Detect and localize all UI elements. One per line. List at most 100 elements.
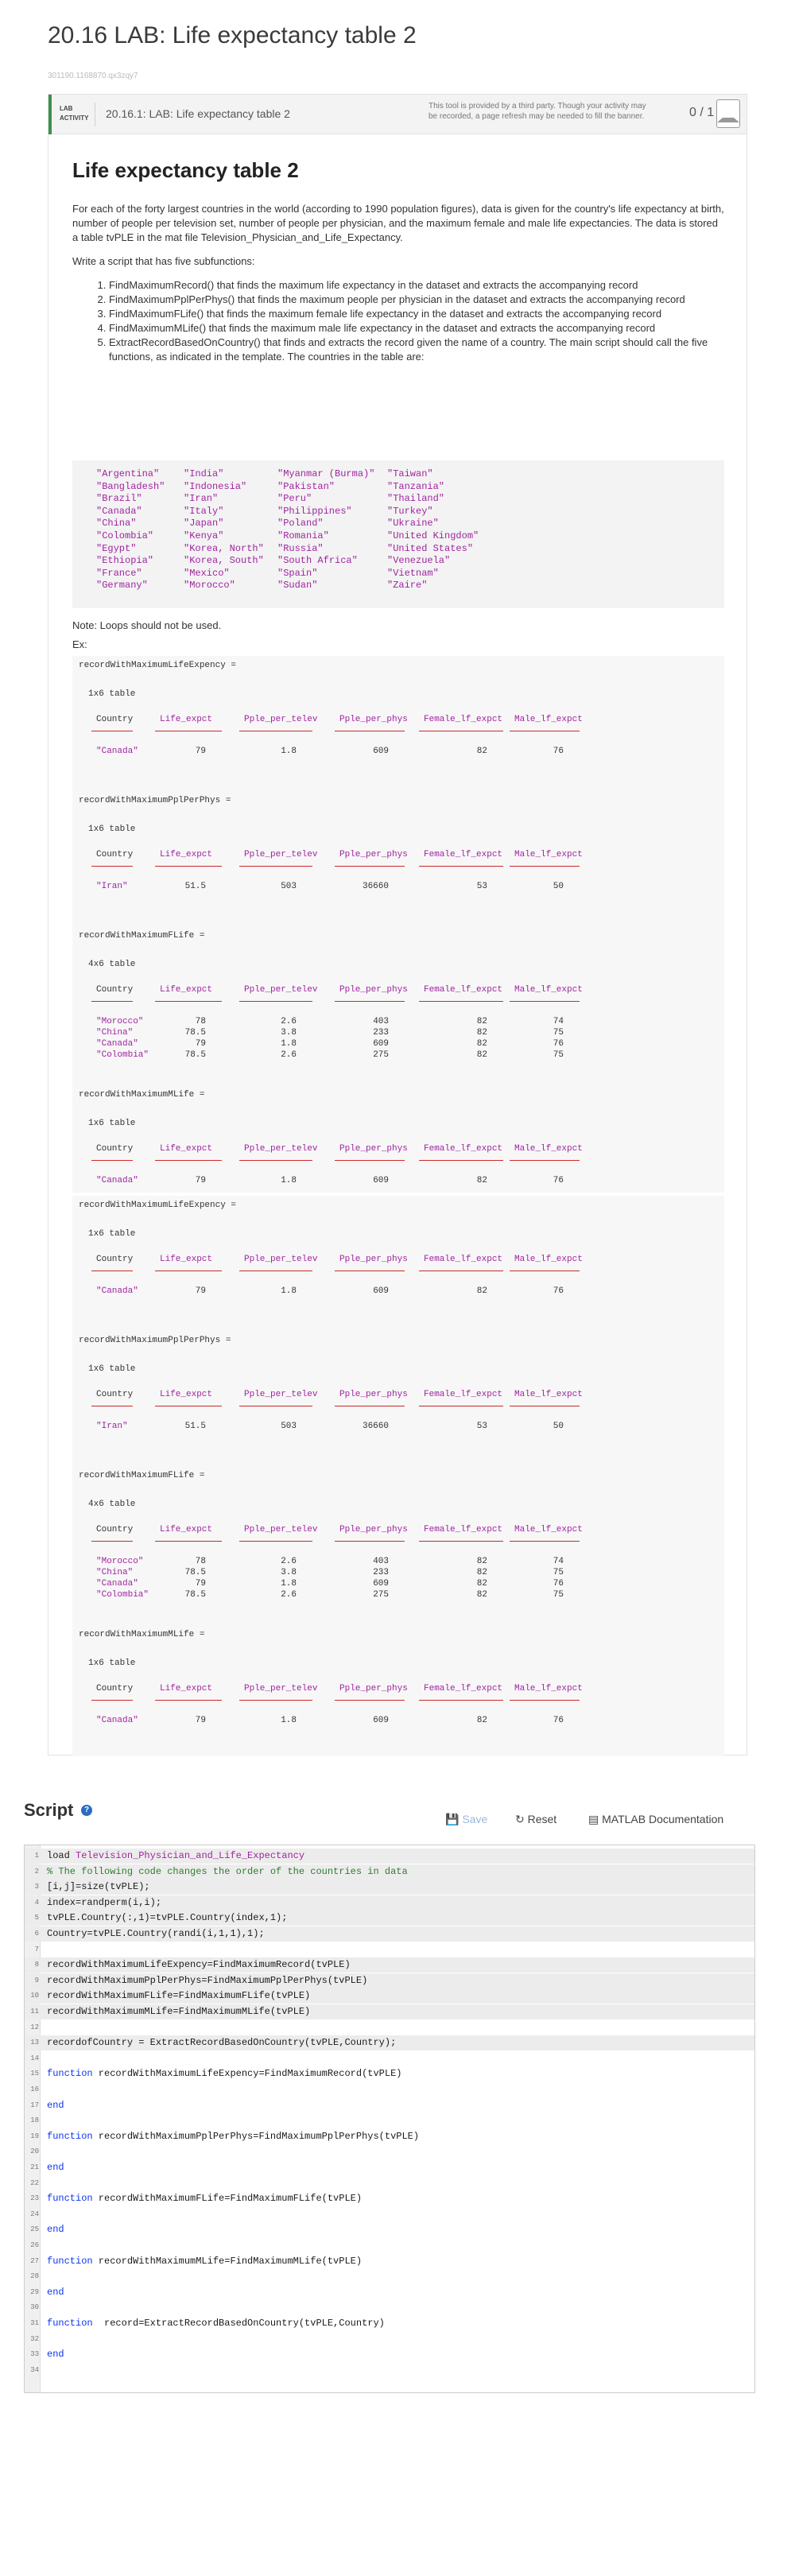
- save-button[interactable]: 💾 Save: [445, 1813, 487, 1826]
- table-cell: 76: [553, 1286, 564, 1296]
- header-underline: [155, 1541, 222, 1542]
- table-cell: 3.8: [281, 1028, 297, 1038]
- table-cell: 76: [553, 1176, 564, 1185]
- code-text: tvPLE.Country(:,1)=tvPLE.Country(index,1…: [47, 1911, 287, 1926]
- code-line: 34: [25, 2363, 754, 2378]
- note-text: Note: Loops should not be used.: [72, 619, 222, 631]
- task-item: ExtractRecordBasedOnCountry() that finds…: [109, 336, 724, 364]
- line-number: 14: [30, 2054, 39, 2062]
- header-underline: [91, 1001, 133, 1002]
- code-text: function recordWithMaximumFLife=FindMaxi…: [47, 2191, 362, 2206]
- line-number: 9: [34, 1976, 39, 1984]
- code-text: Country=tvPLE.Country(randi(i,1,1),1);: [47, 1926, 265, 1942]
- table-cell: 82: [476, 1017, 487, 1026]
- code-text: end: [47, 2285, 64, 2300]
- table-cell: 82: [476, 1590, 487, 1600]
- output-variable-name: recordWithMaximumPplPerPhys =: [79, 796, 231, 805]
- header-underline: [510, 1700, 580, 1701]
- table-cell: 609: [373, 1039, 389, 1049]
- code-line: 32: [25, 2332, 754, 2347]
- table-column-header: Pple_per_phys: [339, 985, 408, 995]
- country-name: "Myanmar (Burma)": [277, 468, 375, 479]
- task-list: FindMaximumRecord() that finds the maxim…: [109, 278, 724, 364]
- table-column-header: Female_lf_expct: [424, 985, 503, 995]
- help-icon[interactable]: ?: [81, 1805, 92, 1816]
- page-title: 20.16 LAB: Life expectancy table 2: [48, 22, 417, 48]
- table-cell: 74: [553, 1017, 564, 1026]
- reset-button[interactable]: ↻ Reset: [515, 1813, 556, 1826]
- code-token: function: [47, 2318, 93, 2329]
- line-number: 18: [30, 2116, 39, 2125]
- table-column-header: Male_lf_expct: [514, 1390, 583, 1399]
- table-cell: 79: [195, 1716, 206, 1725]
- table-cell: 609: [373, 1286, 389, 1296]
- code-token: index=randperm(i,i);: [47, 1896, 162, 1908]
- code-line: 7: [25, 1942, 754, 1957]
- header-underline: [155, 866, 222, 867]
- third-party-note: This tool is provided by a third party. …: [429, 102, 646, 121]
- code-line: 19 function recordWithMaximumPplPerPhys=F…: [25, 2129, 754, 2144]
- table-size-label: 1x6 table: [88, 1119, 136, 1128]
- code-line: 23 function recordWithMaximumFLife=FindMa…: [25, 2191, 754, 2206]
- country-column: "Argentina" "Bangladesh" "Brazil" "Canada" "…: [96, 468, 165, 592]
- header-underline: [419, 1700, 503, 1701]
- table-cell: 503: [281, 1422, 297, 1431]
- table-column-header: Male_lf_expct: [514, 1525, 583, 1534]
- country-column: "Taiwan" "Tanzania" "Thailand" "Turkey" "Ukr…: [387, 468, 479, 592]
- lab-name: 20.16.1: LAB: Life expectancy table 2: [106, 107, 290, 120]
- line-number: 3: [34, 1883, 39, 1891]
- code-text: function recordWithMaximumPplPerPhys=Fin…: [47, 2129, 419, 2144]
- country-name: "Iran": [184, 493, 219, 505]
- table-cell: 78.5: [184, 1050, 206, 1060]
- lab-instructions: Life expectancy table 2 For each of the …: [72, 158, 724, 364]
- code-line: 9 recordWithMaximumPplPerPhys=FindMaximum…: [25, 1973, 754, 1988]
- table-column-header: Pple_per_telev: [244, 1144, 318, 1154]
- table-cell: 233: [373, 1568, 389, 1577]
- code-text: [i,j]=size(tvPLE);: [47, 1880, 150, 1895]
- task-item: FindMaximumFLife() that finds the maximu…: [109, 307, 724, 321]
- table-cell: 609: [373, 1716, 389, 1725]
- table-cell: "China": [96, 1568, 134, 1577]
- code-line: 10 recordWithMaximumFLife=FindMaximumFLif…: [25, 1988, 754, 2004]
- country-name: "Egypt": [96, 542, 137, 554]
- table-cell: 609: [373, 1579, 389, 1589]
- country-name: "Brazil": [96, 493, 142, 505]
- save-icon: 💾: [445, 1813, 463, 1825]
- code-editor[interactable]: 1 load Television_Physician_and_Life_Expe…: [24, 1845, 755, 2393]
- matlab-documentation-link[interactable]: ▤ MATLAB Documentation: [588, 1813, 723, 1826]
- table-cell: 2.6: [281, 1590, 297, 1600]
- table-cell: 403: [373, 1017, 389, 1026]
- header-underline: [335, 1700, 405, 1701]
- line-number: 10: [30, 1992, 39, 2000]
- header-underline: [91, 1700, 133, 1701]
- documentation-icon: ▤: [588, 1813, 603, 1825]
- table-size-label: 4x6 table: [88, 960, 136, 969]
- table-cell: 53: [476, 882, 487, 891]
- code-token: recordWithMaximumFLife=FindMaximumFLife(…: [92, 2193, 363, 2205]
- table-cell: 2.6: [281, 1557, 297, 1566]
- table-cell: 82: [476, 1028, 487, 1038]
- country-name: "Vietnam": [387, 567, 439, 579]
- lab-activity-card: LAB ACTIVITY 20.16.1: LAB: Life expectan…: [48, 94, 747, 1756]
- table-column-header: Pple_per_phys: [339, 1255, 408, 1264]
- header-underline: [155, 1001, 222, 1002]
- line-number: 23: [30, 2194, 39, 2203]
- header-underline: [155, 1160, 222, 1161]
- example-output-block: recordWithMaximumLifeExpency = 1x6 table C…: [72, 656, 724, 1193]
- table-column-header: Country: [96, 1390, 134, 1399]
- country-name: "Sudan": [277, 580, 318, 592]
- page-subtitle: 301190.1168870.qx3zqy7: [48, 72, 138, 80]
- country-name: "Ukraine": [387, 518, 439, 530]
- header-underline: [510, 866, 580, 867]
- line-number: 21: [30, 2163, 39, 2171]
- code-text: function recordWithMaximumLifeExpency=Fi…: [47, 2066, 401, 2081]
- task-item: FindMaximumMLife() that finds the maximu…: [109, 321, 724, 336]
- lab-badge: LAB ACTIVITY: [60, 105, 89, 122]
- code-token: recordWithMaximumMLife=FindMaximumMLife(…: [47, 2006, 311, 2017]
- country-name: "Germany": [96, 580, 148, 592]
- code-line: 17 end: [25, 2098, 754, 2113]
- line-number: 20: [30, 2147, 39, 2156]
- code-line: 27 function recordWithMaximumMLife=FindMa…: [25, 2254, 754, 2269]
- table-cell: 53: [476, 1422, 487, 1431]
- output-variable-name: recordWithMaximumFLife =: [79, 931, 205, 941]
